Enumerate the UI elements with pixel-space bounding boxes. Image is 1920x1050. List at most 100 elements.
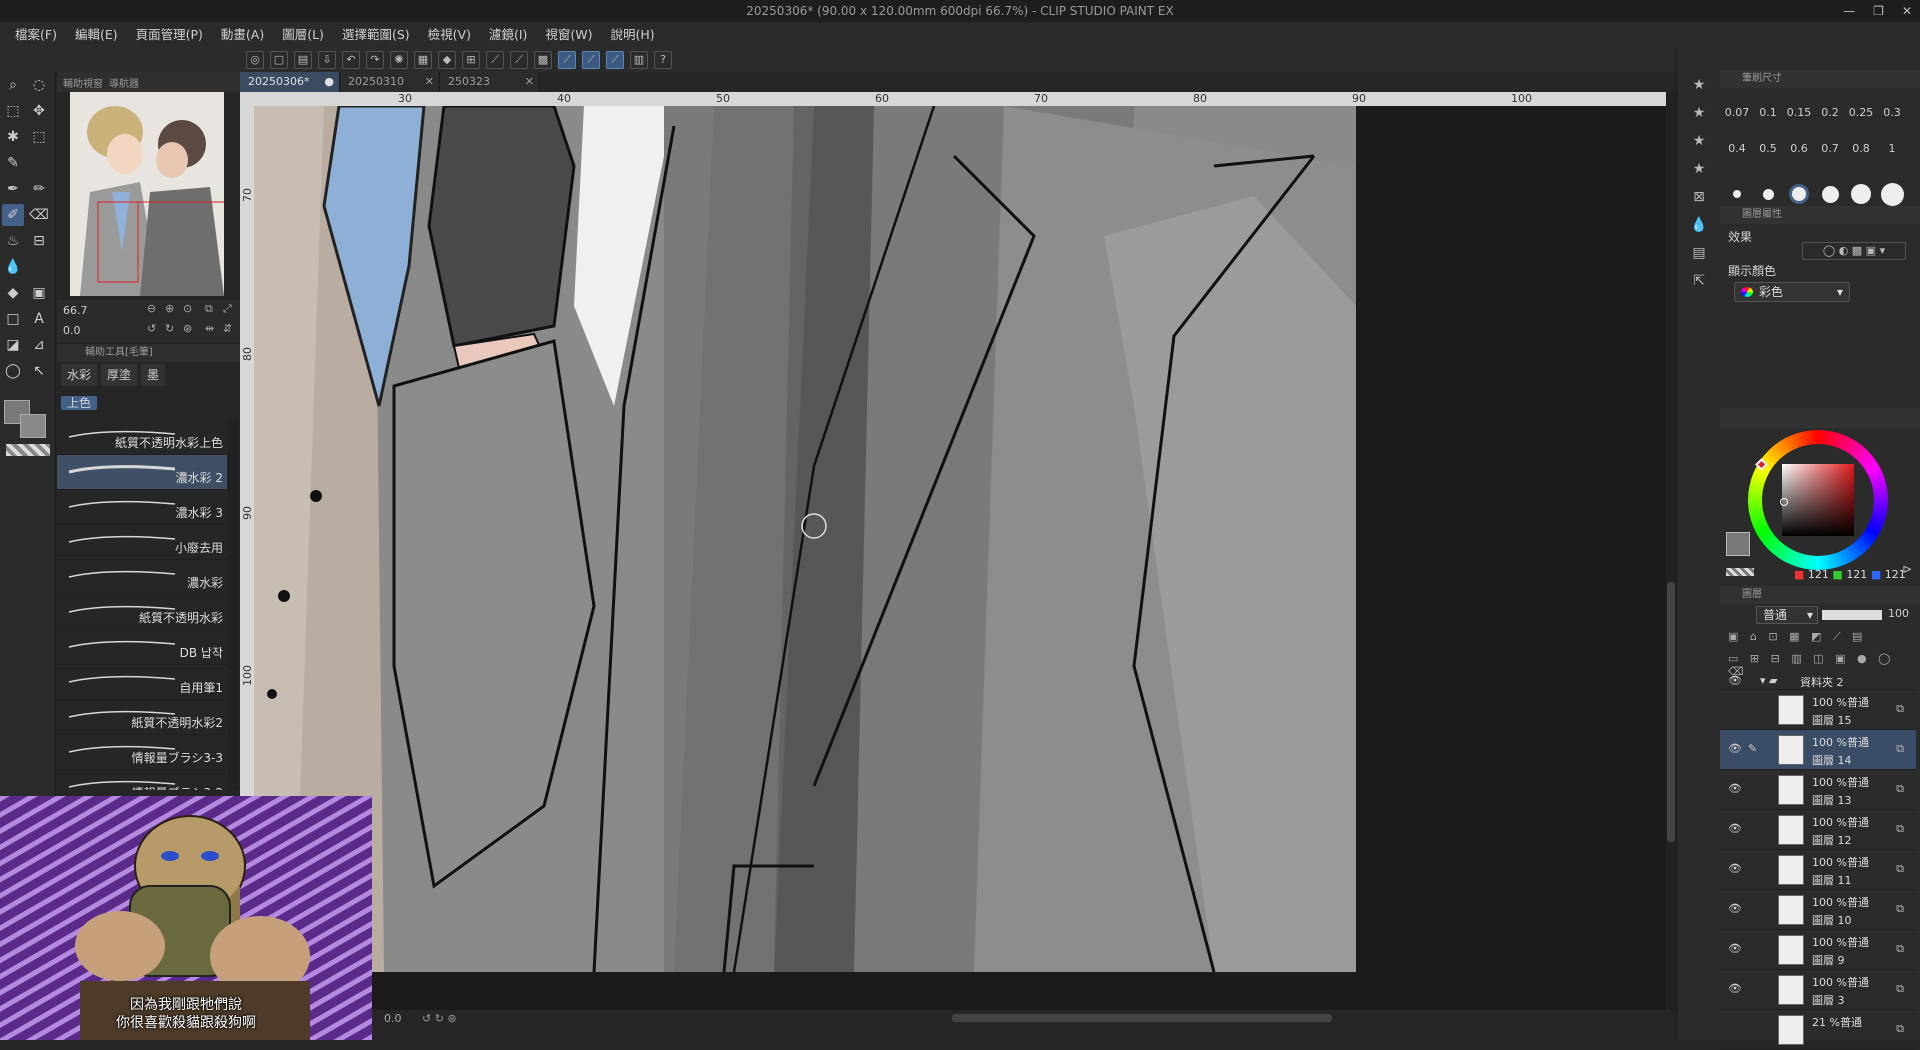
layer-link-icon[interactable]: ⧉ <box>1896 902 1904 916</box>
sub-color-chip[interactable] <box>20 414 46 438</box>
brush-size-option[interactable]: 0.25 <box>1846 106 1876 119</box>
status-rotate-icon[interactable]: ↺ ↻ ⊛ <box>422 1012 457 1025</box>
eye-icon[interactable]: 👁 <box>1728 862 1742 875</box>
ruler-icon[interactable]: ▥ <box>630 51 648 69</box>
brush-item[interactable]: 濃水彩 3 <box>57 490 227 525</box>
document-tab[interactable]: 20250306* ● <box>240 72 340 92</box>
layer-link-icon[interactable]: ⧉ <box>1896 822 1904 836</box>
eye-icon[interactable]: 👁 <box>1728 674 1742 687</box>
fit-icon[interactable]: ⧉ <box>205 302 213 316</box>
zoom-in-icon[interactable]: ⊕ <box>165 302 174 315</box>
drop-icon[interactable]: 💧 <box>1688 214 1710 236</box>
layer-row[interactable]: 👁 100 %普通 圖層 9 ⧉ <box>1720 930 1916 970</box>
zoom-value[interactable]: 66.7 <box>63 304 88 317</box>
snap-special-icon[interactable]: ⟋ <box>510 51 528 69</box>
brush-size-option[interactable]: 0.1 <box>1753 106 1783 119</box>
navigator-thumbnail[interactable] <box>70 92 224 296</box>
layer-row[interactable]: 👁 100 %普通 圖層 11 ⧉ <box>1720 850 1916 890</box>
menu-edit[interactable]: 編輯(E) <box>66 22 127 48</box>
canvas-vertical-scrollbar[interactable] <box>1666 92 1676 1012</box>
balloon-icon[interactable]: ◯ <box>2 360 24 382</box>
flip-h-icon[interactable]: ⇹ <box>205 322 214 335</box>
tab-sub-view[interactable]: 輔助視窗 <box>63 75 103 90</box>
brush-size-dot[interactable] <box>1733 190 1741 198</box>
brush-item[interactable]: 情報量ブラシ3-2 <box>57 770 227 790</box>
snap-grid-icon[interactable]: ▩ <box>534 51 552 69</box>
clear-outside-icon[interactable]: ▦ <box>414 51 432 69</box>
open-file-icon[interactable]: ▤ <box>294 51 312 69</box>
layer-row[interactable]: 👁 100 %普通 圖層 13 ⧉ <box>1720 770 1916 810</box>
tab-navigator[interactable]: 導航器 <box>109 75 139 90</box>
export-icon[interactable]: ⇱ <box>1688 270 1710 292</box>
display-color-select[interactable]: 彩色 ▾ <box>1734 282 1850 302</box>
layer-link-icon[interactable]: ⧉ <box>1896 1022 1904 1036</box>
brush-item[interactable]: 紙質不透明水彩上色 <box>57 420 227 455</box>
brush-size-option[interactable]: 0.07 <box>1722 106 1752 119</box>
magic-wand-icon[interactable]: ✱ <box>2 126 24 148</box>
brush-size-option[interactable]: 0.5 <box>1753 142 1783 155</box>
canvas-area[interactable] <box>254 106 1666 1012</box>
transparent-chip[interactable] <box>1726 568 1754 576</box>
blend-icon[interactable]: 💧 <box>2 256 24 278</box>
menu-layer[interactable]: 圖層(L) <box>273 22 333 48</box>
menu-filter[interactable]: 濾鏡(I) <box>480 22 536 48</box>
text-icon[interactable]: A <box>28 308 50 330</box>
gradient-icon[interactable]: ▣ <box>28 282 50 304</box>
material-icon-3[interactable]: ★ <box>1688 130 1710 152</box>
fill-icon[interactable]: ◆ <box>438 51 456 69</box>
layer-link-icon[interactable]: ⧉ <box>1896 942 1904 956</box>
blend-mode-select[interactable]: 普通 ▾ <box>1756 606 1818 624</box>
eye-icon[interactable]: 👁 <box>1728 742 1742 755</box>
lasso-icon[interactable]: ◌ <box>28 74 50 96</box>
transform-icon[interactable]: ⊞ <box>462 51 480 69</box>
close-tab-icon[interactable]: ✕ <box>525 72 534 92</box>
snap-ruler-icon[interactable]: ⟋ <box>486 51 504 69</box>
new-file-icon[interactable]: ▢ <box>270 51 288 69</box>
layer-row[interactable]: 100 %普通 圖層 15 ⧉ <box>1720 690 1916 730</box>
ruler-tool-icon[interactable]: ⊿ <box>28 334 50 356</box>
brush-size-option[interactable]: 1 <box>1877 142 1907 155</box>
saturation-value-square[interactable] <box>1782 464 1854 536</box>
fill-tool-icon[interactable]: ◆ <box>2 282 24 304</box>
snap-icon-3[interactable]: ⟋ <box>606 51 624 69</box>
menu-animation[interactable]: 動畫(A) <box>212 22 273 48</box>
close-button[interactable]: ✕ <box>1902 0 1912 22</box>
frame-icon[interactable]: ◪ <box>2 334 24 356</box>
brush-size-dot[interactable] <box>1851 184 1871 204</box>
brush-size-option[interactable]: 0.4 <box>1722 142 1752 155</box>
layer-row[interactable]: 👁 100 %普通 圖層 10 ⧉ <box>1720 890 1916 930</box>
pen-icon[interactable]: ✒ <box>2 178 24 200</box>
close-panel-icon[interactable]: ⊠ <box>1688 186 1710 208</box>
layer-link-icon[interactable]: ⧉ <box>1896 982 1904 996</box>
layer-link-icon[interactable]: ⧉ <box>1896 742 1904 756</box>
menu-file[interactable]: 檔案(F) <box>6 22 66 48</box>
redo-icon[interactable]: ↷ <box>366 51 384 69</box>
document-tab[interactable]: 20250310 ✕ <box>340 72 440 92</box>
decoration-icon[interactable]: ⊟ <box>28 230 50 252</box>
artwork-canvas[interactable] <box>254 106 1356 972</box>
opacity-value[interactable]: 100 <box>1888 607 1909 620</box>
color-settings-icon[interactable]: ⊳ <box>1902 562 1912 576</box>
layer-row[interactable]: 21 %普通 ⧉ <box>1720 1010 1916 1050</box>
brush-size-dot[interactable] <box>1880 182 1904 206</box>
eye-icon[interactable]: 👁 <box>1728 902 1742 915</box>
layer-link-icon[interactable]: ⧉ <box>1896 782 1904 796</box>
brush-item[interactable]: DB 납작 <box>57 630 227 665</box>
help-icon[interactable]: ? <box>654 51 672 69</box>
material-icon[interactable]: ★ <box>1688 74 1710 96</box>
reset-rotate-icon[interactable]: ⊛ <box>183 322 192 335</box>
layer-folder-row[interactable]: 👁 ▾ ▰ 資料夾 2 <box>1720 674 1916 690</box>
horizontal-ruler[interactable]: 30 40 50 60 70 80 90 100 <box>240 92 1666 106</box>
brush-size-option[interactable]: 0.3 <box>1877 106 1907 119</box>
correct-line-icon[interactable]: ↖ <box>28 360 50 382</box>
eye-icon[interactable]: 👁 <box>1728 822 1742 835</box>
move-icon[interactable]: ✥ <box>28 100 50 122</box>
subtool-tab-coloring[interactable]: 上色 <box>61 396 98 410</box>
brush-size-option[interactable]: 0.15 <box>1784 106 1814 119</box>
eraser-icon[interactable]: ⌫ <box>28 204 50 226</box>
brush-size-option[interactable]: 0.8 <box>1846 142 1876 155</box>
brush-item[interactable]: 自用筆1 <box>57 665 227 700</box>
layer-link-icon[interactable]: ⧉ <box>1896 862 1904 876</box>
minimize-button[interactable]: — <box>1843 0 1855 22</box>
layer-action-icons[interactable]: ▭ ⊞ ⊟ ▥ ◫ ▣ ● ◯ ⌫ <box>1728 652 1918 678</box>
